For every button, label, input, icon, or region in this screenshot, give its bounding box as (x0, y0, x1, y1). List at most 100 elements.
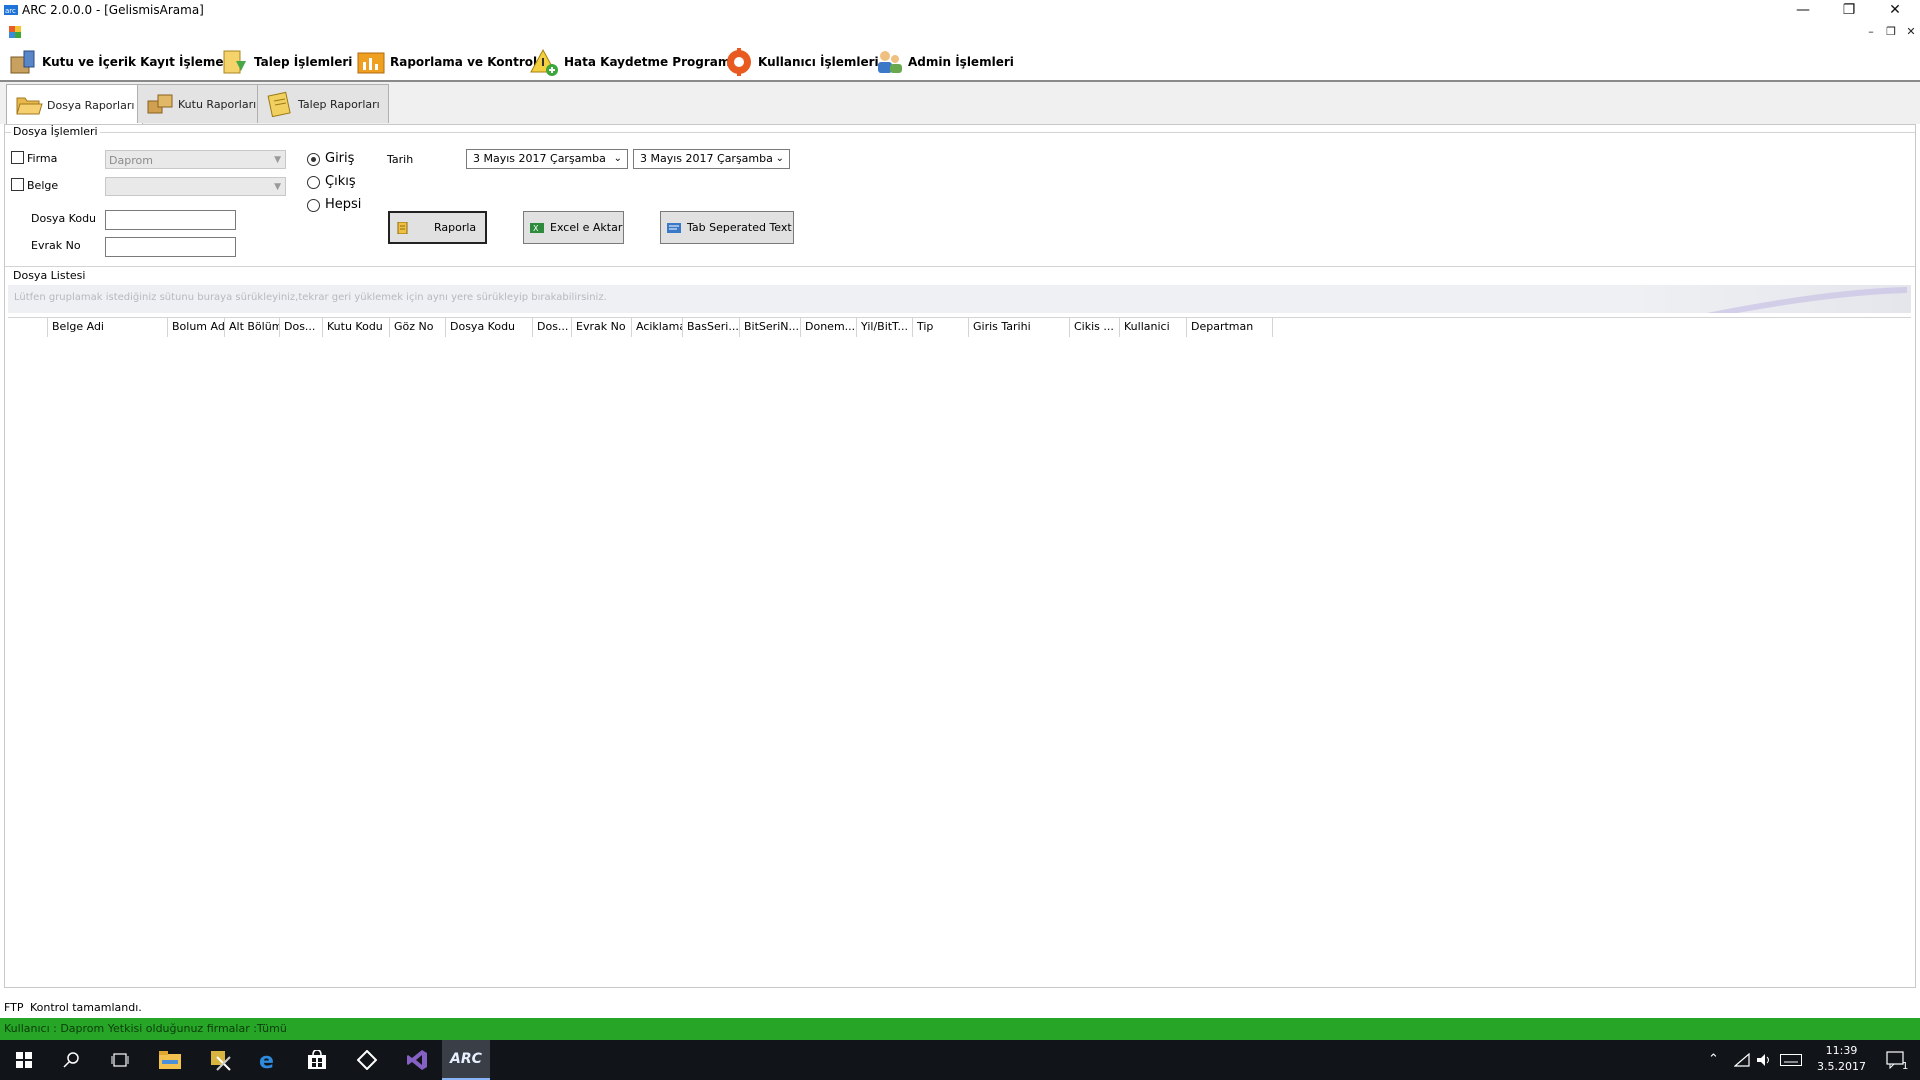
tab-talep-raporlari[interactable]: Talep Raporları (257, 84, 389, 123)
start-button[interactable] (0, 1040, 48, 1080)
edge-button[interactable]: e (244, 1040, 292, 1080)
grid-column-header[interactable]: Aciklama (632, 318, 683, 337)
menu-talep[interactable]: Talep İşlemleri (220, 44, 352, 80)
arc-app-icon: arc (4, 5, 18, 15)
grid-column-header[interactable]: Donem... (801, 318, 857, 337)
grid-column-header[interactable]: Kullanici (1120, 318, 1187, 337)
grid-column-header[interactable]: Dos... (280, 318, 323, 337)
user-gear-icon (727, 48, 751, 76)
code-editor-button[interactable] (343, 1040, 391, 1080)
raporla-button[interactable]: Raporla (388, 211, 487, 244)
user-info-text: Kullanıcı : Daprom Yetkisi olduğunuz fir… (4, 1022, 287, 1035)
tab-label: Talep Raporları (298, 97, 380, 111)
notification-count: 1 (1902, 1061, 1909, 1072)
firma-checkbox[interactable] (11, 151, 24, 164)
clock-date: 3.5.2017 (1817, 1060, 1866, 1073)
evrak-no-label: Evrak No (31, 239, 81, 252)
chevron-down-icon: ▼ (274, 155, 281, 165)
menu-label: Kutu ve İçerik Kayıt İşlemeri (42, 55, 234, 69)
menu-kullanici[interactable]: Kullanıcı İşlemleri (724, 44, 879, 80)
task-view-button[interactable] (96, 1040, 144, 1080)
visual-studio-button[interactable] (393, 1040, 441, 1080)
minimize-button[interactable]: — (1780, 0, 1826, 22)
tab-kutu-raporlari[interactable]: Kutu Raporları (137, 84, 266, 123)
grid-column-header[interactable]: Giris Tarihi (969, 318, 1070, 337)
tray-chevron-up-icon[interactable]: ⌃ (1708, 1052, 1719, 1067)
grid-column-header[interactable]: Yil/BitT... (857, 318, 913, 337)
mdi-restore-button[interactable]: ❐ (1880, 22, 1902, 42)
dosya-kodu-input[interactable] (105, 210, 236, 230)
svg-text:arc: arc (5, 7, 16, 15)
file-explorer-button[interactable] (146, 1040, 194, 1080)
clock-time: 11:39 (1825, 1044, 1858, 1057)
hepsi-radio[interactable] (307, 199, 320, 212)
dosya-kodu-label: Dosya Kodu (31, 212, 97, 225)
firma-combobox[interactable]: Daprom ▼ (105, 150, 286, 169)
belge-combobox[interactable]: ▼ (105, 177, 286, 196)
taskbar-clock[interactable]: 11:39 3.5.2017 (1817, 1043, 1866, 1075)
search-button[interactable] (48, 1040, 96, 1080)
grid-column-header[interactable]: Göz No (390, 318, 446, 337)
tab-content-dosya-raporlari: Dosya İşlemleri Firma Daprom ▼ Belge ▼ D… (4, 124, 1916, 988)
menu-label: Admin İşlemleri (908, 55, 1014, 69)
date-to-picker[interactable]: 3 Mayıs 2017 Çarşamba ⌄ (633, 149, 790, 169)
menu-kutu-kayit[interactable]: Kutu ve İçerik Kayıt İşlemeri (8, 44, 234, 80)
cikis-radio[interactable] (307, 176, 320, 189)
giris-radio[interactable] (307, 153, 320, 166)
svg-text:e: e (259, 1049, 274, 1071)
close-button[interactable]: ✕ (1872, 0, 1918, 22)
mdi-minimize-button[interactable]: – (1860, 22, 1882, 42)
tab-seperated-text-button[interactable]: Tab Seperated Text (660, 211, 794, 244)
network-icon[interactable] (1734, 1053, 1750, 1067)
title-bar: arc ARC 2.0.0.0 - [GelismisArama] — ❐ ✕ (0, 0, 1920, 22)
store-button[interactable] (293, 1040, 341, 1080)
report-icon (397, 221, 408, 234)
menu-hata-kaydetme[interactable]: Hata Kaydetme Programı (530, 44, 734, 80)
belge-checkbox[interactable] (11, 178, 24, 191)
date-from-picker[interactable]: 3 Mayıs 2017 Çarşamba ⌄ (466, 149, 628, 169)
grid-body[interactable] (8, 337, 1911, 985)
chevron-down-icon: ⌄ (613, 153, 622, 164)
date-to-value: 3 Mayıs 2017 Çarşamba (640, 152, 773, 165)
box-register-icon (10, 50, 35, 74)
text-file-icon (667, 222, 681, 233)
arc-taskbar-button[interactable]: ARC (442, 1040, 490, 1080)
status-line: FTP Kontrol tamamlandı. (0, 998, 1920, 1018)
menu-raporlama[interactable]: Raporlama ve Kontrol (356, 44, 537, 80)
start-icon (16, 1052, 32, 1068)
main-menu-bar: Kutu ve İçerik Kayıt İşlemeri Talep İşle… (0, 44, 1920, 82)
ftp-message: Kontrol tamamlandı. (30, 1001, 142, 1014)
tools-button[interactable] (196, 1040, 244, 1080)
warning-add-icon (530, 48, 558, 76)
restore-button[interactable]: ❐ (1826, 0, 1872, 22)
keyboard-icon[interactable] (1780, 1054, 1802, 1066)
grid-column-header[interactable]: BitSeriN... (740, 318, 801, 337)
mdi-control-row: – ❐ ✕ (0, 22, 1920, 42)
grid-column-header[interactable]: Cikis ... (1070, 318, 1120, 337)
tarih-label: Tarih (387, 153, 414, 166)
group-title-dosya-listesi: Dosya Listesi (11, 269, 88, 282)
notepad-icon (267, 91, 291, 117)
task-view-icon (111, 1053, 129, 1067)
action-center-button[interactable]: 1 (1872, 1040, 1920, 1080)
mdi-close-button[interactable]: ✕ (1900, 22, 1920, 42)
tab-dosya-raporlari[interactable]: Dosya Raporları (6, 84, 144, 125)
arc-taskbar-label: ARC (450, 1051, 482, 1067)
grid-column-header[interactable]: Dosya Kodu (446, 318, 533, 337)
evrak-no-input[interactable] (105, 237, 236, 257)
volume-icon[interactable] (1756, 1053, 1772, 1067)
grid-column-header[interactable]: Bolum Adi (168, 318, 225, 337)
grid-column-header[interactable]: Belge Adi (48, 318, 168, 337)
grid-group-panel[interactable]: Lütfen gruplamak istediğiniz sütunu bura… (8, 285, 1911, 313)
grid-column-header-indicator[interactable] (8, 318, 48, 337)
grid-column-header[interactable]: BasSeri... (683, 318, 740, 337)
grid-column-header[interactable]: Evrak No (572, 318, 632, 337)
menu-admin[interactable]: Admin İşlemleri (874, 44, 1014, 80)
grid-column-header[interactable]: Tip (913, 318, 969, 337)
grid-column-header[interactable]: Alt Bölüm (225, 318, 280, 337)
grid-column-header[interactable]: Kutu Kodu (323, 318, 390, 337)
grid-column-header[interactable]: Dos... (533, 318, 572, 337)
ftp-label: FTP (4, 1001, 24, 1014)
grid-column-header[interactable]: Departman (1187, 318, 1273, 337)
excel-aktar-button[interactable]: X Excel e Aktar (523, 211, 624, 244)
